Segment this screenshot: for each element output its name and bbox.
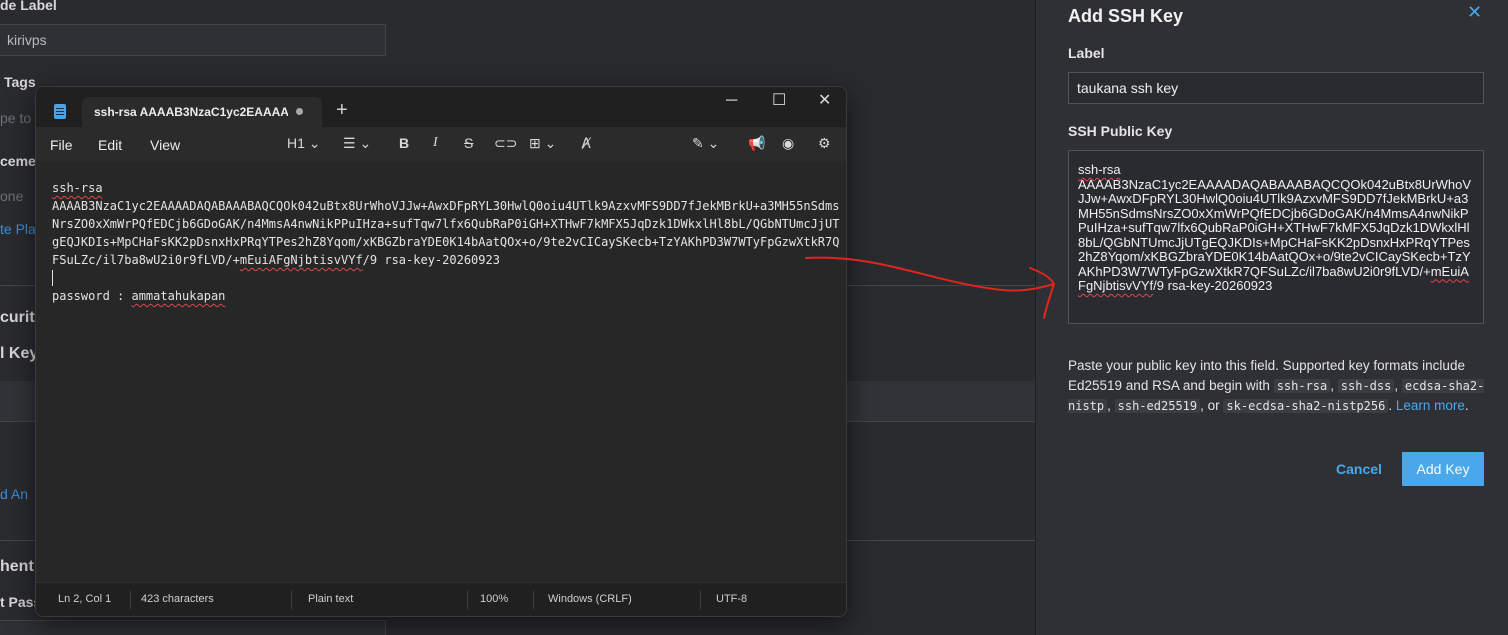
label-heading: Label: [1068, 45, 1105, 61]
key-body-text: AAAAB3NzaC1yc2EAAAADAQABAAABAQCQOk042uBt…: [1078, 176, 1472, 279]
status-separator: [700, 591, 701, 609]
menu-file[interactable]: File: [50, 137, 73, 153]
format-indicator[interactable]: Plain text: [308, 593, 353, 605]
format-ssh-ed25519: ssh-ed25519: [1114, 399, 1201, 413]
panel-title: Add SSH Key: [1068, 6, 1184, 26]
heading-label: H1: [287, 135, 305, 151]
close-icon[interactable]: ✕: [818, 93, 831, 109]
text-cursor: [52, 270, 53, 286]
auth-heading: hent: [0, 558, 34, 575]
format-ssh-dss: ssh-dss: [1337, 379, 1395, 393]
encoding[interactable]: UTF-8: [716, 593, 747, 605]
cancel-button[interactable]: Cancel: [1336, 461, 1382, 477]
clear-format-icon[interactable]: Ꭺ̸: [582, 135, 591, 152]
key-squiggle-text: mEuiAFgNjbtisvVYf: [239, 253, 363, 267]
settings-gear-icon[interactable]: ⚙: [818, 135, 831, 152]
cursor-position[interactable]: Ln 2, Col 1: [58, 593, 111, 605]
zoom-level[interactable]: 100%: [480, 593, 508, 605]
notepad-app-icon: [54, 104, 66, 119]
key-tail-text: /9 rsa-key-20260923: [1153, 278, 1273, 293]
notepad-window: ssh-rsa AAAAB3NzaC1yc2EAAAAD + ─ ☐ ✕ Fil…: [35, 86, 847, 617]
notepad-tab[interactable]: ssh-rsa AAAAB3NzaC1yc2EAAAAD: [82, 97, 322, 127]
line-endings[interactable]: Windows (CRLF): [548, 593, 632, 605]
password-prefix: password :: [52, 289, 132, 303]
security-heading: curit: [0, 309, 35, 326]
announcement-icon[interactable]: 📢: [748, 135, 765, 152]
strikethrough-icon[interactable]: S: [464, 135, 473, 151]
list-icon[interactable]: ☰ ⌄: [343, 135, 371, 152]
chevron-down-icon: ⌄: [308, 135, 321, 151]
status-separator: [130, 591, 131, 609]
unsaved-dot-icon[interactable]: [296, 108, 303, 115]
password-text: ammatahukapan: [131, 289, 226, 303]
account-icon[interactable]: ◉: [782, 135, 794, 152]
label-input[interactable]: taukana ssh key: [1068, 72, 1484, 104]
menu-edit[interactable]: Edit: [98, 137, 122, 153]
key-tail-text: /9 rsa-key-20260923: [362, 253, 500, 267]
close-icon[interactable]: ✕: [1467, 2, 1482, 23]
minimize-icon[interactable]: ─: [726, 93, 737, 109]
notepad-text[interactable]: ssh-rsa AAAAB3NzaC1yc2EAAAADAQABAAABAQCQ…: [52, 179, 842, 305]
link-icon[interactable]: ⊂⊃: [494, 135, 517, 152]
ssh-key-textarea[interactable]: ssh-rsa AAAAB3NzaC1yc2EAAAADAQABAAABAQCQO…: [1068, 150, 1484, 324]
key-type-word: ssh-rsa: [1078, 162, 1121, 177]
status-separator: [533, 591, 534, 609]
format-ssh-rsa: ssh-rsa: [1273, 379, 1331, 393]
italic-icon[interactable]: I: [433, 135, 438, 151]
notepad-editor[interactable]: ssh-rsa AAAAB3NzaC1yc2EAAAADAQABAAABAQCQ…: [36, 161, 846, 584]
heading-dropdown[interactable]: H1 ⌄: [287, 135, 321, 152]
maximize-icon[interactable]: ☐: [772, 93, 786, 109]
placement-select[interactable]: one: [0, 188, 23, 204]
add-key-link[interactable]: d An: [0, 486, 28, 502]
copilot-icon[interactable]: ✎ ⌄: [692, 135, 719, 152]
node-label-heading: de Label: [0, 0, 57, 13]
password-field[interactable]: [0, 620, 386, 635]
notepad-menubar: File Edit View H1 ⌄ ☰ ⌄ B I S ⊂⊃ ⊞ ⌄ Ꭺ̸ …: [36, 127, 846, 161]
placement-link[interactable]: te Pla: [0, 221, 36, 237]
status-separator: [291, 591, 292, 609]
bold-icon[interactable]: B: [399, 135, 409, 151]
menu-view[interactable]: View: [150, 137, 180, 153]
node-label-field[interactable]: kirivps: [0, 24, 386, 56]
ssh-keys-heading: l Key: [0, 345, 39, 362]
key-help-text: Paste your public key into this field. S…: [1068, 358, 1485, 413]
help-or: , or: [1200, 398, 1220, 413]
add-ssh-key-panel: Add SSH Key ✕ Label taukana ssh key SSH …: [1035, 0, 1508, 635]
placement-heading: ceme: [0, 153, 36, 169]
key-type-word: ssh-rsa: [52, 181, 103, 195]
tags-heading: Tags: [4, 74, 36, 90]
format-sk-ecdsa: sk-ecdsa-sha2-nistp256: [1223, 399, 1389, 413]
notepad-statusbar: Ln 2, Col 1 423 characters Plain text 10…: [36, 582, 846, 616]
ssh-key-heading: SSH Public Key: [1068, 123, 1173, 139]
learn-more-link[interactable]: Learn more: [1396, 398, 1465, 413]
add-key-button[interactable]: Add Key: [1402, 452, 1484, 486]
new-tab-icon[interactable]: +: [336, 100, 348, 120]
tags-input[interactable]: pe to: [0, 110, 31, 126]
table-icon[interactable]: ⊞ ⌄: [529, 135, 556, 152]
notepad-titlebar: ssh-rsa AAAAB3NzaC1yc2EAAAAD + ─ ☐ ✕: [36, 87, 846, 127]
notepad-tab-title: ssh-rsa AAAAB3NzaC1yc2EAAAAD: [94, 105, 288, 119]
character-count: 423 characters: [141, 593, 214, 605]
status-separator: [467, 591, 468, 609]
